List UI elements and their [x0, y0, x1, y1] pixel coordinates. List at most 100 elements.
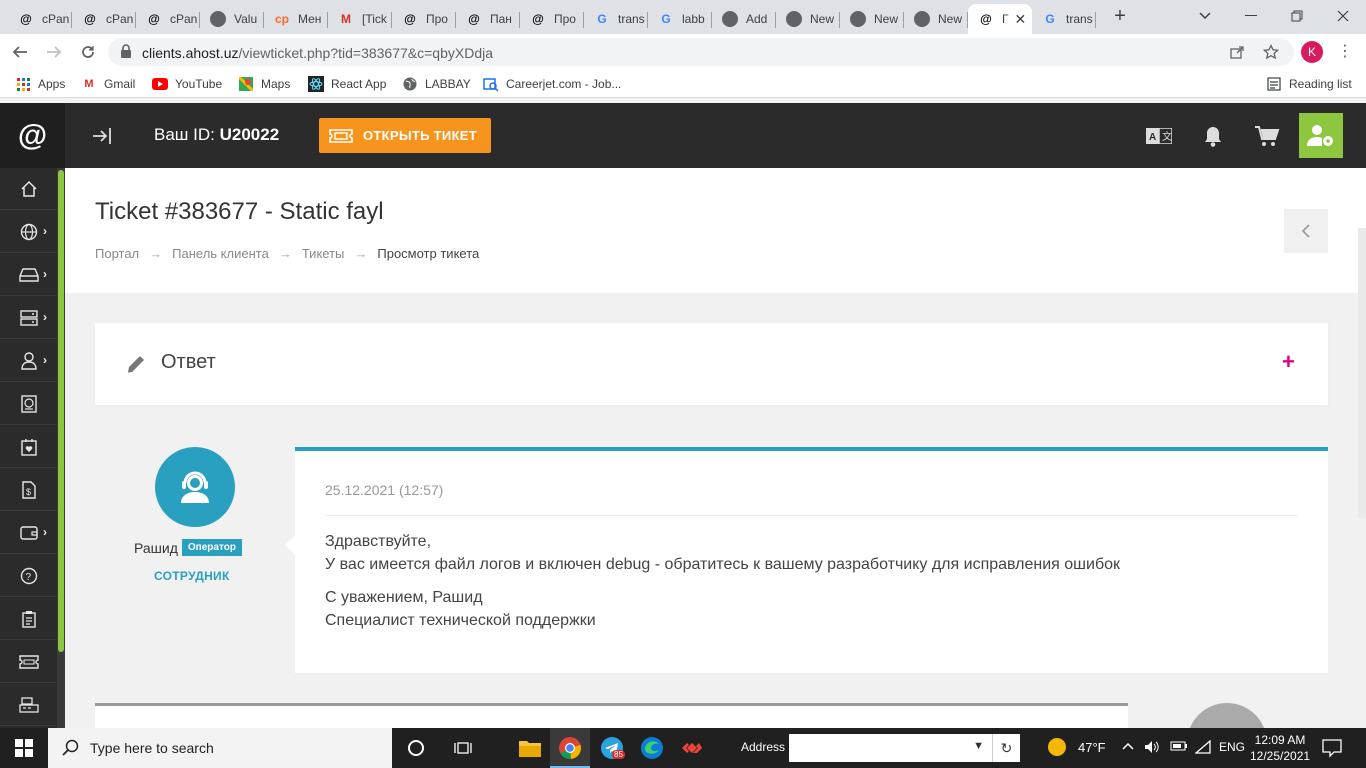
lock-icon[interactable]	[120, 44, 132, 61]
tab-active[interactable]: @ Г ✕	[968, 4, 1032, 34]
message-divider	[325, 515, 1298, 516]
share-icon[interactable]	[1228, 43, 1246, 61]
browser-tab[interactable]: @ cPan	[72, 4, 136, 34]
cortana-icon[interactable]	[404, 736, 428, 760]
browser-tab[interactable]: New	[840, 4, 904, 34]
profile-avatar[interactable]: K	[1301, 41, 1323, 63]
logo[interactable]: @	[0, 103, 65, 168]
sidebar-item-web[interactable]	[0, 383, 57, 425]
sidebar-scroll-thumb[interactable]	[58, 170, 64, 652]
language-icon[interactable]: A文	[1146, 123, 1172, 149]
tab-search-button[interactable]	[1190, 4, 1220, 28]
browser-tab[interactable]: Glabb	[648, 4, 712, 34]
author-line: Рашид Оператор	[134, 539, 242, 556]
battery-icon[interactable]	[1170, 740, 1188, 755]
windows-start-button[interactable]	[0, 728, 48, 768]
chat-widget-button[interactable]	[1187, 703, 1267, 728]
sidebar-item-wallet[interactable]: ›	[0, 512, 57, 554]
page-scrollbar[interactable]	[1358, 228, 1366, 518]
address-bar[interactable]: clients.ahost.uz/viewticket.php?tid=3836…	[108, 38, 1294, 66]
sidebar-item-home[interactable]	[0, 168, 57, 210]
chevron-right-icon: ›	[43, 267, 47, 281]
address-toolbar-label: Address	[741, 740, 786, 754]
forward-icon[interactable]	[42, 40, 66, 64]
sidebar-item-account[interactable]: ›	[0, 340, 57, 382]
tray-overflow-icon[interactable]	[1122, 740, 1134, 754]
volume-icon[interactable]	[1144, 740, 1160, 757]
edge-icon[interactable]	[640, 736, 664, 760]
cart-icon[interactable]	[1254, 123, 1280, 149]
minimize-button[interactable]	[1236, 4, 1266, 28]
google-icon: G	[597, 12, 607, 26]
close-tab-icon[interactable]: ✕	[1015, 11, 1027, 28]
browser-tab[interactable]: Gtrans	[1032, 4, 1096, 34]
bookmark-youtube[interactable]: YouTube	[152, 76, 222, 92]
sidebar-item-invoices[interactable]: $	[0, 469, 57, 511]
ticket-message-next	[95, 703, 1128, 728]
chevron-right-icon: ›	[43, 224, 47, 238]
bookmark-labbay[interactable]: LABBAY	[402, 76, 471, 92]
bookmark-careerjet[interactable]: Careerjet.com - Job...	[483, 76, 621, 92]
browser-tab[interactable]: Valu	[200, 4, 264, 34]
reply-panel[interactable]: Ответ +	[95, 323, 1328, 405]
browser-menu-icon[interactable]: ⋮	[1337, 42, 1353, 62]
back-icon[interactable]	[8, 40, 32, 64]
google-icon: G	[661, 12, 671, 26]
user-settings-button[interactable]	[1299, 113, 1343, 158]
task-view-icon[interactable]	[451, 736, 475, 760]
sidebar-item-hosting[interactable]: ›	[0, 254, 57, 296]
close-window-button[interactable]	[1328, 4, 1358, 28]
bookmark-react-app[interactable]: React App	[308, 76, 386, 92]
browser-tab[interactable]: M [Tick	[328, 4, 392, 34]
collapse-sidebar-icon[interactable]	[92, 125, 114, 147]
taskbar-search[interactable]: Type here to search	[48, 728, 392, 768]
reload-icon[interactable]	[76, 40, 100, 64]
browser-tab[interactable]: New	[904, 4, 968, 34]
chevron-down-icon[interactable]: ▼	[973, 740, 984, 752]
browser-tab[interactable]: @ cPan	[8, 4, 72, 34]
sidebar-item-tasks[interactable]	[0, 598, 57, 640]
browser-tab[interactable]: @ Про	[520, 4, 584, 34]
back-button[interactable]	[1284, 209, 1328, 253]
language-indicator[interactable]: ENG	[1219, 740, 1245, 754]
bookmark-gmail[interactable]: M Gmail	[81, 76, 135, 92]
new-tab-button[interactable]: +	[1110, 6, 1130, 26]
sidebar-item-help[interactable]: ?	[0, 555, 57, 597]
reading-list[interactable]: Reading list	[1266, 76, 1352, 92]
browser-tab[interactable]: @ Пан	[456, 4, 520, 34]
breadcrumb-tickets[interactable]: Тикеты	[302, 246, 345, 261]
breadcrumb-portal[interactable]: Портал	[95, 246, 139, 261]
browser-tab[interactable]: New	[776, 4, 840, 34]
browser-tab[interactable]: cp Мен	[264, 4, 328, 34]
sidebar-item-servers[interactable]: ›	[0, 297, 57, 339]
weather-widget[interactable]: 47°F	[1048, 738, 1106, 756]
telegram-icon[interactable]: 85	[600, 736, 625, 760]
sidebar-item-services[interactable]	[0, 426, 57, 468]
bookmark-apps[interactable]: Apps	[15, 76, 65, 92]
wifi-icon[interactable]	[1194, 739, 1211, 757]
anydesk-icon[interactable]	[680, 736, 704, 760]
breadcrumb-client-area[interactable]: Панель клиента	[172, 246, 269, 261]
sidebar-scrollbar[interactable]	[57, 168, 65, 728]
notifications-bell-icon[interactable]	[1200, 123, 1226, 149]
address-toolbar-input[interactable]: ▼	[789, 734, 992, 762]
page-header: Ticket #383677 - Static fayl Портал → Па…	[65, 168, 1366, 293]
browser-tab[interactable]: @ Про	[392, 4, 456, 34]
bookmark-maps[interactable]: Maps	[238, 76, 290, 92]
sidebar-item-domains[interactable]: ›	[0, 211, 57, 253]
address-go-button[interactable]: ↻	[992, 734, 1020, 762]
url-text[interactable]: clients.ahost.uz/viewticket.php?tid=3836…	[142, 45, 493, 61]
sidebar-item-billing[interactable]	[0, 684, 57, 726]
chrome-icon[interactable]	[558, 736, 582, 760]
browser-tab[interactable]: Gtrans	[584, 4, 648, 34]
open-ticket-button[interactable]: ОТКРЫТЬ ТИКЕТ	[319, 118, 491, 153]
file-explorer-icon[interactable]	[518, 736, 542, 760]
bookmark-star-icon[interactable]	[1262, 43, 1280, 61]
restore-button[interactable]	[1282, 4, 1312, 28]
sidebar-item-tickets[interactable]	[0, 641, 57, 683]
notification-center-icon[interactable]	[1322, 738, 1342, 758]
taskbar-clock[interactable]: 12:09 AM 12/25/2021	[1250, 732, 1310, 764]
browser-tab[interactable]: @ cPan	[136, 4, 200, 34]
expand-reply-icon[interactable]: +	[1282, 349, 1295, 375]
browser-tab[interactable]: Add	[712, 4, 776, 34]
